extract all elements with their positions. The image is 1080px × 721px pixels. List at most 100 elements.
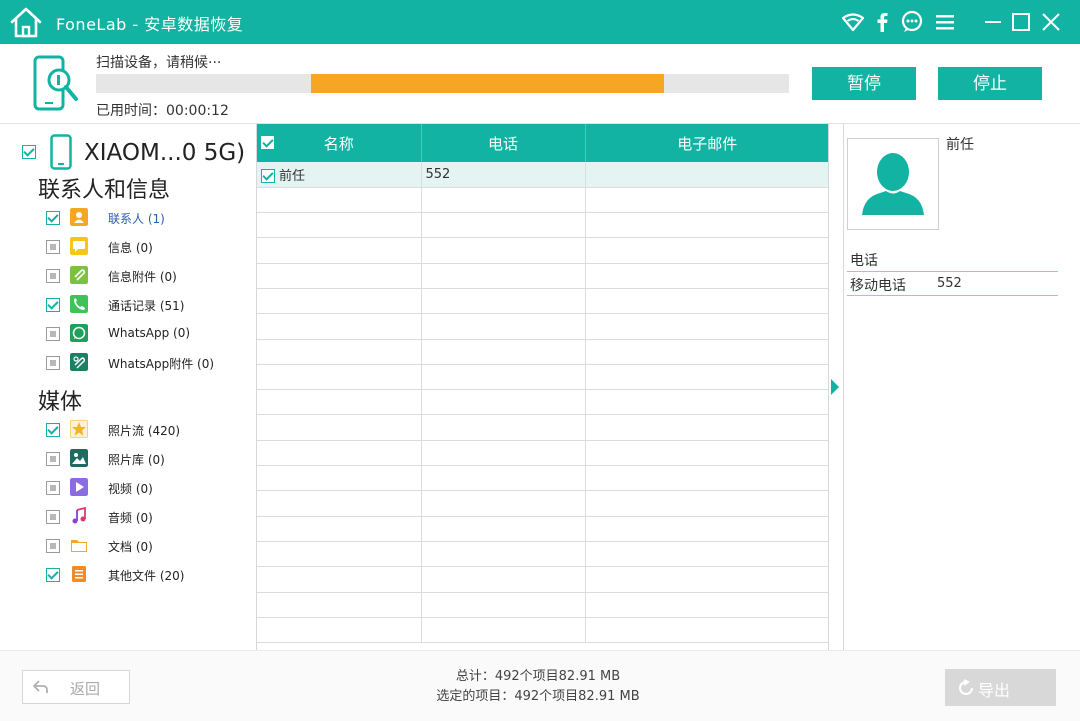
cell-name: 前任 — [257, 162, 422, 188]
row-checkbox[interactable] — [261, 169, 275, 184]
table-cell — [257, 414, 422, 441]
item-checkbox[interactable] — [46, 423, 60, 437]
item-checkbox[interactable] — [46, 568, 60, 582]
divider — [847, 271, 1058, 272]
elapsed-time: 已用时间：00:00:12 — [96, 103, 229, 119]
mobile-phone-label: 移动电话 — [850, 278, 906, 294]
total-count: 总计：492个项目82.91 MB — [455, 669, 621, 684]
table-cell — [257, 389, 422, 416]
table-row[interactable]: 前任 552 — [257, 162, 828, 188]
column-header-phone[interactable]: 电话 — [421, 124, 586, 162]
table-cell — [421, 187, 586, 214]
item-checkbox[interactable] — [46, 539, 60, 553]
title-bar: FoneLab - 安卓数据恢复 — [0, 0, 1080, 44]
table-cell — [585, 212, 828, 239]
item-label: 视频 (0) — [108, 482, 153, 496]
table-row — [257, 237, 828, 264]
table-cell — [421, 414, 586, 441]
scan-panel: 扫描设备，请稍候··· 已用时间：00:00:12 暂停 停止 — [0, 44, 1080, 124]
table-row — [257, 364, 828, 391]
table-row — [257, 440, 828, 467]
table-cell — [585, 288, 828, 315]
column-header-name[interactable]: 名称 — [257, 124, 422, 162]
item-label: 照片流 (420) — [108, 424, 181, 438]
table-row — [257, 617, 828, 644]
phone-icon — [50, 134, 72, 170]
contact-detail-panel: 前任 电话 移动电话 552 — [843, 124, 1080, 650]
item-label: 信息 (0) — [108, 241, 153, 255]
table-row — [257, 313, 828, 340]
table-cell — [257, 516, 422, 542]
export-icon — [959, 679, 973, 695]
table-cell — [585, 490, 828, 517]
column-header-email[interactable]: 电子邮件 — [585, 124, 828, 162]
stop-button[interactable]: 停止 — [938, 67, 1042, 100]
item-checkbox[interactable] — [46, 211, 60, 225]
audio-icon — [72, 507, 86, 524]
table-cell — [585, 440, 828, 467]
whatsapp-attachment-icon — [70, 353, 88, 371]
table-cell — [421, 516, 586, 542]
select-all-checkbox[interactable] — [261, 136, 274, 149]
item-checkbox[interactable] — [46, 356, 60, 370]
table-row — [257, 592, 828, 618]
chat-icon[interactable] — [900, 10, 924, 34]
table-row — [257, 187, 828, 214]
item-label: 信息附件 (0) — [108, 270, 177, 284]
table-cell — [421, 313, 586, 340]
contacts-icon — [70, 208, 88, 226]
home-icon[interactable] — [8, 4, 44, 40]
table-cell — [257, 364, 422, 391]
table-cell — [257, 263, 422, 289]
table-cell — [421, 389, 586, 416]
item-checkbox[interactable] — [46, 298, 60, 312]
contacts-table: 名称 电话 电子邮件 前任 552 — [256, 124, 829, 650]
item-checkbox[interactable] — [46, 481, 60, 495]
item-checkbox[interactable] — [46, 510, 60, 524]
table-cell — [585, 465, 828, 492]
table-cell — [257, 541, 422, 568]
table-cell — [421, 566, 586, 593]
table-cell — [585, 187, 828, 214]
close-icon[interactable] — [1039, 10, 1063, 34]
table-cell — [585, 592, 828, 618]
scan-progress-fill — [310, 74, 665, 93]
table-cell — [257, 490, 422, 517]
menu-icon[interactable] — [933, 10, 957, 34]
table-cell — [421, 440, 586, 467]
table-cell — [257, 465, 422, 492]
totals-summary: 总计：492个项目82.91 MB 选定的项目：492个项目82.91 MB — [0, 667, 1076, 707]
table-row — [257, 490, 828, 517]
item-checkbox[interactable] — [46, 269, 60, 283]
table-cell — [257, 617, 422, 644]
table-row — [257, 516, 828, 542]
wifi-icon[interactable] — [841, 10, 865, 34]
table-cell — [585, 617, 828, 644]
table-cell — [257, 313, 422, 340]
table-cell — [421, 465, 586, 492]
export-button[interactable]: 导出 — [945, 669, 1056, 706]
minimize-icon[interactable] — [981, 10, 1005, 34]
photo-library-icon — [70, 449, 88, 467]
table-cell — [421, 288, 586, 315]
table-row — [257, 414, 828, 441]
table-cell — [585, 364, 828, 391]
table-cell — [585, 389, 828, 416]
pause-button[interactable]: 暂停 — [812, 67, 916, 100]
maximize-icon[interactable] — [1009, 10, 1033, 34]
item-checkbox[interactable] — [46, 240, 60, 254]
item-label: 音频 (0) — [108, 511, 153, 525]
video-icon — [70, 478, 88, 496]
table-cell — [585, 541, 828, 568]
cell-phone: 552 — [421, 162, 586, 188]
device-name: XIAOM...0 5G) — [84, 140, 246, 166]
device-checkbox[interactable] — [22, 145, 36, 159]
export-label: 导出 — [978, 681, 1011, 700]
item-checkbox[interactable] — [46, 327, 60, 341]
collapse-panel-arrow-icon[interactable] — [831, 379, 839, 395]
table-row — [257, 465, 828, 492]
table-row — [257, 263, 828, 289]
item-checkbox[interactable] — [46, 452, 60, 466]
facebook-icon[interactable] — [870, 10, 894, 34]
cell-email — [585, 162, 828, 188]
